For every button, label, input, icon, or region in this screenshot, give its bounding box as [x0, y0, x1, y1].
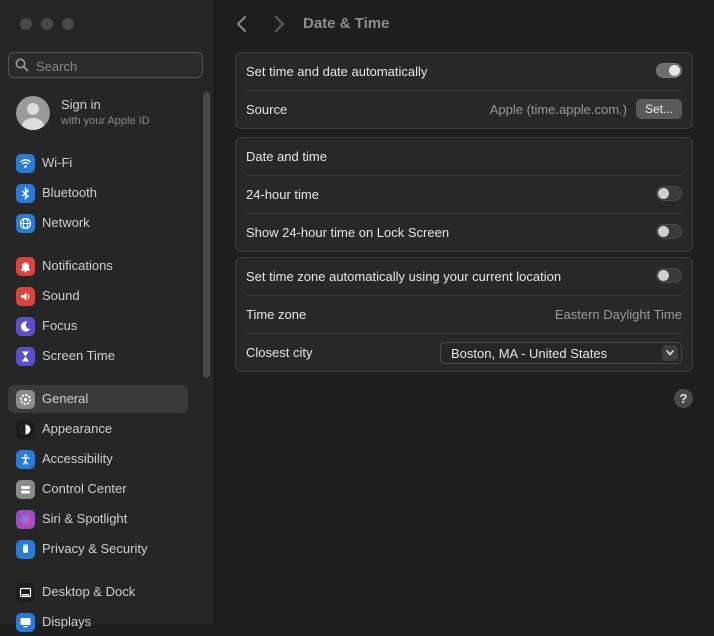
chevron-right-icon: [275, 16, 284, 32]
sidebar-item-label: Desktop & Dock: [42, 584, 136, 599]
sidebar-item-privacy-security[interactable]: Privacy & Security: [8, 535, 188, 563]
sidebar-item-label: General: [42, 391, 89, 406]
timezone-card: Set time zone automatically using your c…: [235, 257, 693, 372]
sidebar-item-sound[interactable]: Sound: [8, 282, 188, 310]
date-time-header: Date and time: [246, 149, 327, 164]
sidebar-item-label: Notifications: [42, 258, 113, 273]
sidebar-item-label: Privacy & Security: [42, 541, 148, 556]
speaker-icon: [16, 287, 35, 306]
sidebar-item-label: Siri & Spotlight: [42, 511, 128, 526]
minimize-window-button[interactable]: [41, 18, 53, 30]
search-field[interactable]: [8, 52, 203, 78]
sidebar-item-notifications[interactable]: Notifications: [8, 252, 188, 280]
auto-timezone-row: Set time zone automatically using your c…: [246, 258, 682, 296]
bluetooth-icon: [16, 184, 35, 203]
apple-id-signin[interactable]: Sign in with your Apple ID: [16, 96, 206, 132]
timezone-row: Time zone Eastern Daylight Time: [246, 296, 682, 334]
source-value: Apple (time.apple.com.): [489, 102, 627, 117]
sidebar-item-label: Accessibility: [42, 451, 113, 466]
search-input[interactable]: [34, 56, 198, 76]
sidebar-item-displays[interactable]: Displays: [8, 608, 188, 636]
closest-city-row: Closest city Boston, MA - United States: [246, 334, 682, 371]
dock-icon: [16, 583, 35, 602]
sidebar-item-bluetooth[interactable]: Bluetooth: [8, 179, 188, 207]
globe-icon: [16, 214, 35, 233]
sidebar-item-label: Sound: [42, 288, 80, 303]
hour24-label: 24-hour time: [246, 187, 319, 202]
sidebar-item-appearance[interactable]: Appearance: [8, 415, 188, 443]
search-icon: [15, 58, 29, 77]
chevron-left-icon: [237, 16, 246, 32]
auto-time-card: Set time and date automatically Source A…: [235, 52, 693, 129]
sidebar-item-label: Focus: [42, 318, 78, 333]
chevron-down-icon: [662, 345, 678, 361]
date-time-header-row: Date and time: [246, 138, 682, 176]
sidebar-item-label: Appearance: [42, 421, 113, 436]
help-button[interactable]: ?: [674, 389, 693, 408]
set-auto-row: Set time and date automatically: [246, 53, 682, 91]
signin-title: Sign in: [61, 97, 101, 112]
sidebar-item-label: Displays: [42, 614, 92, 629]
set-source-button[interactable]: Set...: [636, 99, 682, 119]
sidebar-item-screen-time[interactable]: Screen Time: [8, 342, 188, 370]
sidebar-item-desktop-dock[interactable]: Desktop & Dock: [8, 578, 188, 606]
page-title: Date & Time: [303, 15, 390, 32]
sidebar-item-label: Screen Time: [42, 348, 115, 363]
auto-timezone-label: Set time zone automatically using your c…: [246, 269, 562, 284]
sidebar: Sign in with your Apple ID Wi-Fi Bluetoot…: [0, 0, 215, 632]
auto-timezone-toggle[interactable]: [656, 268, 682, 283]
window-controls: [20, 18, 74, 30]
format-card: Date and time 24-hour time Show 24-hour …: [235, 137, 693, 252]
display-icon: [16, 613, 35, 632]
timezone-value: Eastern Daylight Time: [554, 307, 682, 322]
closest-city-value: Boston, MA - United States: [451, 346, 608, 361]
lock-screen-row: Show 24-hour time on Lock Screen: [246, 214, 682, 251]
hour24-row: 24-hour time: [246, 176, 682, 214]
siri-icon: [16, 510, 35, 529]
hour24-toggle[interactable]: [656, 186, 682, 201]
hourglass-icon: [16, 347, 35, 366]
lock-screen-label: Show 24-hour time on Lock Screen: [246, 225, 450, 240]
set-auto-label: Set time and date automatically: [246, 64, 428, 79]
hand-icon: [16, 540, 35, 559]
forward-button[interactable]: [272, 13, 286, 40]
main-pane: Date & Time Set time and date automatica…: [215, 0, 714, 624]
signin-subtitle: with your Apple ID: [61, 115, 150, 127]
sidebar-item-label: Wi-Fi: [42, 155, 73, 170]
control-center-icon: [16, 480, 35, 499]
source-label: Source: [246, 102, 288, 117]
sidebar-item-network[interactable]: Network: [8, 209, 188, 237]
back-button[interactable]: [235, 13, 249, 40]
sidebar-item-label: Network: [42, 215, 90, 230]
zoom-window-button[interactable]: [62, 18, 74, 30]
sidebar-item-accessibility[interactable]: Accessibility: [8, 445, 188, 473]
close-window-button[interactable]: [20, 18, 32, 30]
sidebar-item-label: Bluetooth: [42, 185, 97, 200]
sidebar-scrollbar[interactable]: [203, 92, 210, 378]
timezone-label: Time zone: [246, 307, 307, 322]
bell-icon: [16, 257, 35, 276]
source-row: Source Apple (time.apple.com.) Set...: [246, 91, 682, 128]
moon-icon: [16, 317, 35, 336]
sidebar-item-control-center[interactable]: Control Center: [8, 475, 188, 503]
sidebar-item-focus[interactable]: Focus: [8, 312, 188, 340]
set-auto-toggle[interactable]: [656, 63, 682, 78]
closest-city-label: Closest city: [246, 345, 313, 360]
sidebar-item-general[interactable]: General: [8, 385, 188, 413]
sidebar-item-siri-spotlight[interactable]: Siri & Spotlight: [8, 505, 188, 533]
wifi-icon: [16, 154, 35, 173]
sidebar-item-wi-fi[interactable]: Wi-Fi: [8, 149, 188, 177]
avatar: [16, 96, 50, 130]
closest-city-select[interactable]: Boston, MA - United States: [440, 342, 682, 364]
gear-icon: [16, 390, 35, 409]
lock-screen-toggle[interactable]: [656, 224, 682, 239]
sidebar-item-label: Control Center: [42, 481, 127, 496]
appearance-icon: [16, 420, 35, 439]
accessibility-icon: [16, 450, 35, 469]
